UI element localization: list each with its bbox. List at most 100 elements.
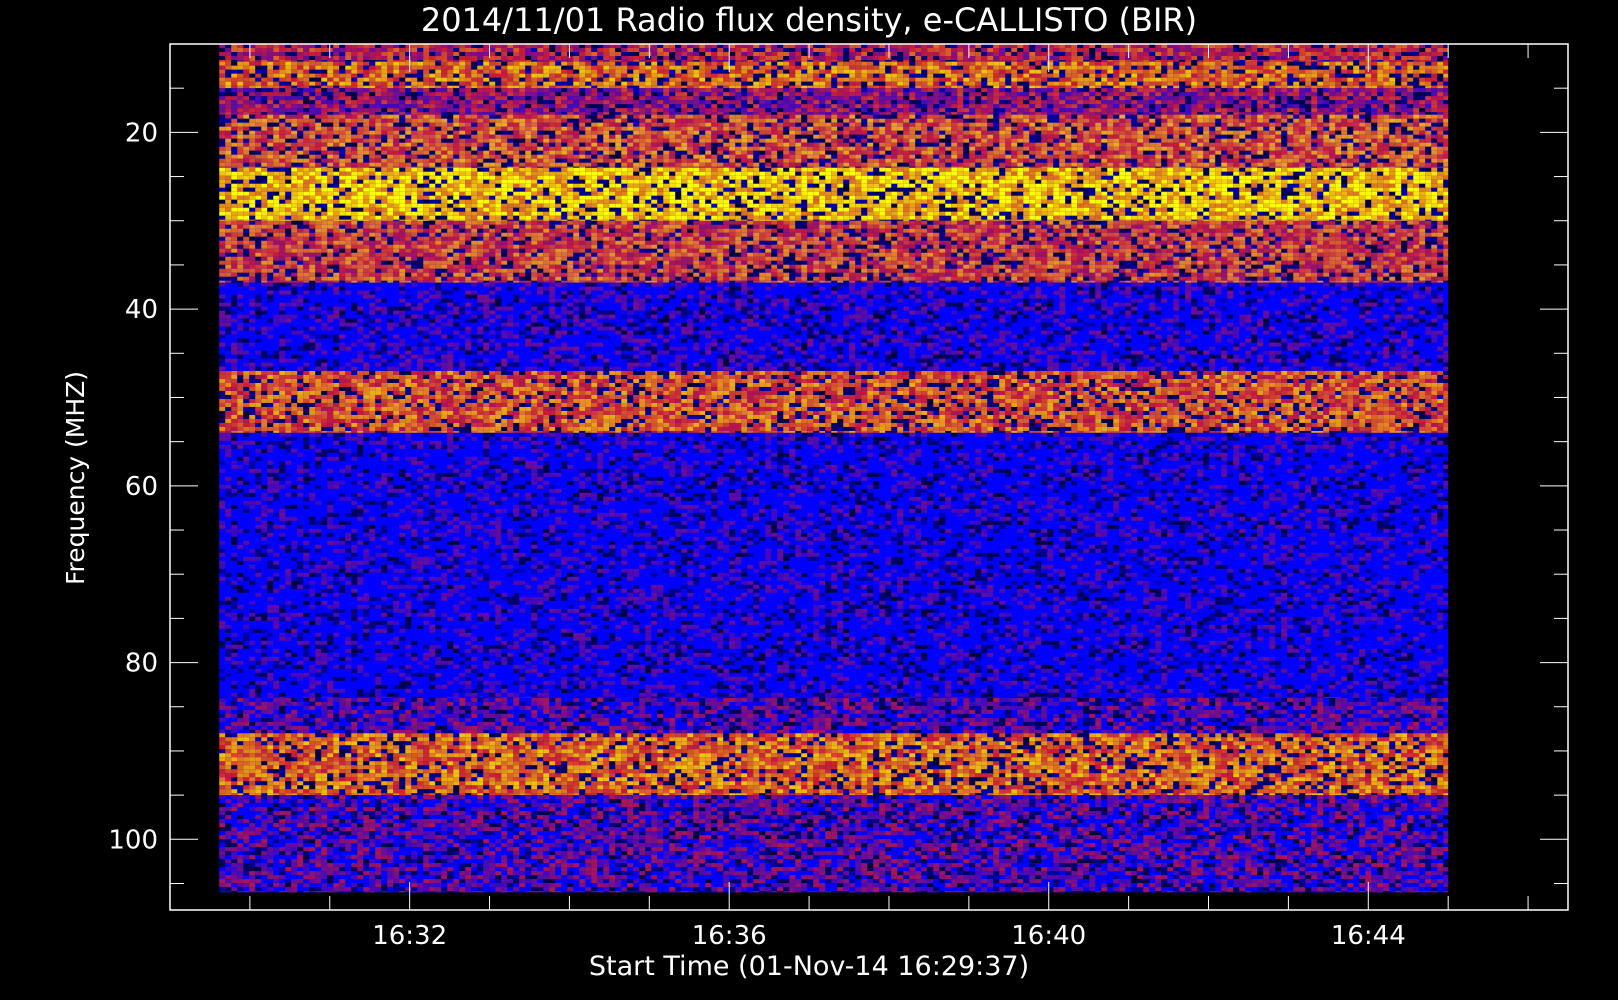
spectrogram-cell [735,74,741,78]
spectrogram-cell [801,74,807,78]
spectrogram-cell [537,62,543,66]
spectrogram-cell [807,66,813,70]
spectrogram-cell [471,70,477,74]
spectrogram-cell [1407,66,1413,70]
spectrogram-cell [441,56,447,60]
spectrogram-cell [993,62,999,66]
spectrogram-cell [555,66,561,70]
spectrogram-cell [231,52,237,56]
spectrogram-cell [993,66,999,70]
spectrogram-cell [621,60,627,62]
spectrogram-cell [1161,52,1167,56]
spectrogram-cell [1419,70,1425,74]
spectrogram-cell [1299,48,1305,52]
spectrogram-cell [1443,52,1448,56]
spectrogram-cell [1005,74,1011,78]
spectrogram-cell [987,52,993,56]
spectrogram-cell [273,66,279,70]
spectrogram-cell [1083,56,1089,60]
spectrogram-cell [1233,56,1239,60]
spectrogram-cell [1035,60,1041,62]
spectrogram-cell [555,52,561,56]
spectrogram-cell [681,66,687,70]
spectrogram-cell [825,60,831,62]
spectrogram-cell [1137,56,1143,60]
spectrogram-cell [729,60,735,62]
spectrogram-cell [495,66,501,70]
spectrogram-cell [981,74,987,78]
spectrogram-cell [219,60,225,62]
spectrogram-cell [1101,60,1107,62]
spectrogram-cell [855,70,861,74]
spectrogram-cell [411,52,417,56]
spectrogram-cell [939,70,945,74]
spectrogram-cell [933,48,939,52]
spectrogram-cell [1161,62,1167,66]
spectrogram-cell [681,52,687,56]
spectrogram-cell [1305,48,1311,52]
spectrogram-cell [573,66,579,70]
spectrogram-cell [885,74,891,78]
spectrogram-cell [405,56,411,60]
spectrogram-cell [381,70,387,74]
spectrogram-cell [513,66,519,70]
spectrogram-cell [441,60,447,62]
spectrogram-cell [1431,48,1437,52]
spectrogram-cell [1005,48,1011,52]
spectrogram-cell [1095,48,1101,52]
spectrogram-cell [363,74,369,78]
spectrogram-cell [705,56,711,60]
spectrogram-cell [333,74,339,78]
spectrogram-cell [1221,48,1227,52]
spectrogram-cell [219,62,225,66]
spectrogram-cell [1407,60,1413,62]
spectrogram-cell [1053,70,1059,74]
spectrogram-cell [231,70,237,74]
spectrogram-cell [225,66,231,70]
spectrogram-cell [327,60,333,62]
spectrogram-cell [525,62,531,66]
spectrogram-cell [573,56,579,60]
spectrogram-cell [465,56,471,60]
spectrogram-cell [981,52,987,56]
spectrogram-cell [795,74,801,78]
spectrogram-cell [351,62,357,66]
spectrogram-cell [519,74,525,78]
spectrogram-cell [369,70,375,74]
spectrogram-cell [429,60,435,62]
spectrogram-cell [855,74,861,78]
spectrogram-cell [801,60,807,62]
spectrogram-cell [1407,70,1413,74]
spectrogram-cell [747,60,753,62]
spectrogram-cell [1347,48,1353,52]
spectrogram-cell [627,74,633,78]
spectrogram-cell [555,56,561,60]
spectrogram-cell [1131,74,1137,78]
spectrogram-cell [813,66,819,70]
spectrogram-cell [537,74,543,78]
spectrogram-cell [273,56,279,60]
spectrogram-cell [429,56,435,60]
spectrogram-cell [627,48,633,52]
spectrogram-cell [1107,66,1113,70]
spectrogram-cell [585,48,591,52]
spectrogram-cell [879,74,885,78]
spectrogram-cell [1071,70,1077,74]
spectrogram-cell [849,48,855,52]
spectrogram-cell [1125,60,1131,62]
spectrogram-cell [357,74,363,78]
spectrogram-cell [825,56,831,60]
spectrogram-cell [639,56,645,60]
spectrogram-cell [645,48,651,52]
spectrogram-cell [1023,74,1029,78]
spectrogram-cell [825,74,831,78]
spectrogram-cell [861,66,867,70]
spectrogram-cell [1371,48,1377,52]
spectrogram-cell [1119,74,1125,78]
spectrogram-cell [567,56,573,60]
spectrogram-cell [969,60,975,62]
spectrogram-cell [579,70,585,74]
spectrogram-cell [843,62,849,66]
spectrogram-cell [717,62,723,66]
spectrogram-cell [549,48,555,52]
